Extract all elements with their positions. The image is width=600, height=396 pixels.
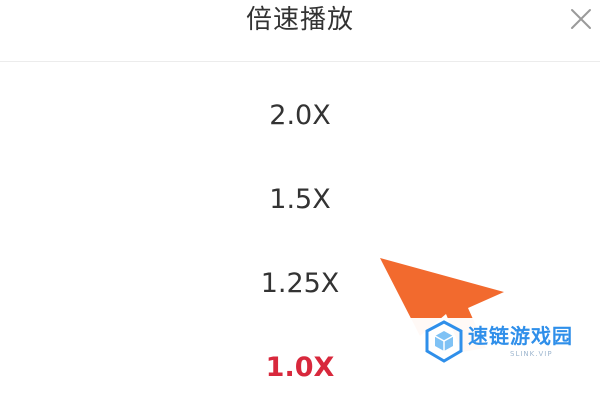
dialog-header: 倍速播放 (0, 0, 600, 62)
close-button[interactable] (566, 4, 596, 34)
speed-option-1-5x[interactable]: 1.5X (0, 172, 600, 228)
speed-option-1-0x[interactable]: 1.0X (0, 340, 600, 396)
speed-option-1-25x[interactable]: 1.25X (0, 256, 600, 312)
speed-option-2-0x[interactable]: 2.0X (0, 88, 600, 144)
close-icon (571, 9, 591, 29)
dialog-title: 倍速播放 (245, 5, 354, 35)
playback-speed-dialog: 倍速播放 2.0X 1.5X 1.25X 1.0X 速链游戏园 SLINK.VI… (0, 0, 600, 383)
